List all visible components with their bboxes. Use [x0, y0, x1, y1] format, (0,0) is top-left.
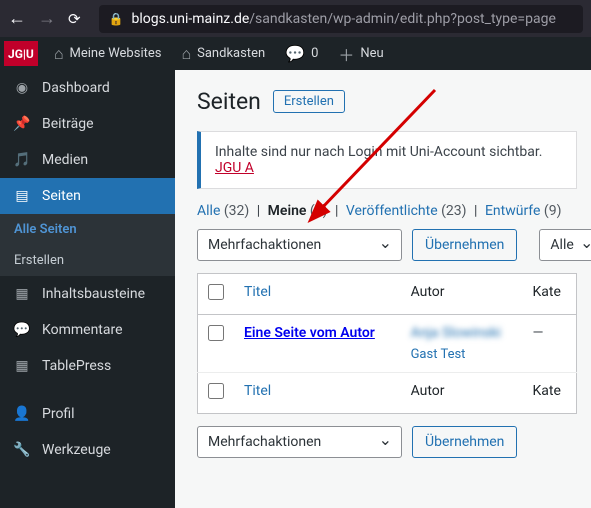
date-filter-select[interactable]: Alle [539, 229, 591, 261]
page-title: Seiten [197, 88, 261, 115]
blocks-icon: ▦ [12, 286, 32, 302]
sidebar-profile[interactable]: 👤 Profil [0, 396, 175, 432]
filter-drafts[interactable]: Entwürfe (9) [485, 203, 562, 219]
create-button[interactable]: Erstellen [273, 90, 345, 113]
sidebar-tools[interactable]: 🔧 Werkzeuge [0, 432, 175, 468]
my-sites[interactable]: ⌂ Meine Websites [44, 37, 172, 70]
col-categories: Kate [522, 274, 576, 315]
pin-icon: 📌 [12, 116, 32, 132]
new-content[interactable]: ＋ Neu [328, 37, 393, 70]
col-author: Autor [401, 274, 523, 315]
wrench-icon: 🔧 [12, 442, 32, 458]
sidebar-label: Profil [42, 406, 75, 422]
page-icon: ▤ [12, 188, 32, 204]
apply-button[interactable]: Übernehmen [412, 229, 517, 261]
filter-all[interactable]: Alle (32) [197, 203, 249, 219]
new-label: Neu [360, 46, 383, 61]
apply-button-bottom[interactable]: Übernehmen [412, 426, 517, 458]
sidebar-label: Beiträge [42, 116, 94, 132]
sidebar-label: Inhaltsbausteine [42, 286, 145, 302]
select-all-checkbox-bottom[interactable] [208, 383, 224, 399]
sidebar-media[interactable]: 🎵 Medien [0, 142, 175, 178]
sidebar-label: Medien [42, 152, 88, 168]
home-icon: ⌂ [54, 44, 64, 64]
sidebar-blocks[interactable]: ▦ Inhaltsbausteine [0, 276, 175, 312]
media-icon: 🎵 [12, 152, 32, 168]
table-row: Eine Seite vom Autor Anja Slowinski Gast… [198, 315, 577, 373]
url-text: blogs.uni-mainz.de/sandkasten/wp-admin/e… [132, 11, 556, 27]
row-categories: — [522, 315, 576, 373]
table-icon: ▦ [12, 358, 32, 374]
select-all-checkbox[interactable] [208, 284, 224, 300]
sidebar-label: TablePress [42, 358, 111, 374]
comment-icon: 💬 [285, 44, 305, 63]
plus-icon: ＋ [338, 42, 354, 66]
site-name-label: Sandkasten [197, 46, 265, 61]
filter-mine[interactable]: Meine (1) [268, 203, 328, 219]
row-author[interactable]: Anja Slowinski [411, 325, 513, 341]
col-categories: Kate [522, 373, 576, 414]
lock-icon: 🔒 [109, 12, 124, 26]
comments-link[interactable]: 💬0 [275, 37, 328, 70]
forward-icon[interactable]: → [38, 8, 56, 29]
row-author-sub[interactable]: Gast Test [411, 341, 513, 362]
sidebar-label: Dashboard [42, 80, 110, 96]
comments-count: 0 [311, 46, 318, 61]
sidebar-tablepress[interactable]: ▦ TablePress [0, 348, 175, 384]
sidebar-label: Kommentare [42, 322, 123, 338]
home-icon: ⌂ [181, 44, 191, 64]
reload-icon[interactable]: ⟳ [68, 10, 81, 28]
dashboard-icon: ◉ [12, 80, 32, 96]
my-sites-label: Meine Websites [70, 46, 162, 61]
col-title[interactable]: Titel [234, 274, 401, 315]
user-icon: 👤 [12, 406, 32, 422]
sidebar-sub-create[interactable]: Erstellen [0, 245, 175, 276]
filter-published[interactable]: Veröffentlichte (23) [346, 203, 467, 219]
jgu-badge[interactable]: JG|U [4, 41, 38, 66]
col-author: Autor [401, 373, 523, 414]
sidebar-dashboard[interactable]: ◉ Dashboard [0, 70, 175, 106]
row-checkbox[interactable] [208, 325, 224, 341]
url-bar[interactable]: 🔒 blogs.uni-mainz.de/sandkasten/wp-admin… [99, 5, 583, 33]
notice-text: Inhalte sind nur nach Login mit Uni-Acco… [215, 144, 542, 160]
comment-icon: 💬 [12, 322, 32, 338]
notice-link[interactable]: JGU A [215, 160, 254, 176]
sidebar-sub-all-pages[interactable]: Alle Seiten [0, 214, 175, 245]
row-title-link[interactable]: Eine Seite vom Autor [244, 325, 375, 341]
login-notice: Inhalte sind nur nach Login mit Uni-Acco… [197, 131, 577, 189]
sidebar-label: Werkzeuge [42, 442, 111, 458]
back-icon[interactable]: ← [8, 8, 26, 29]
sidebar-comments[interactable]: 💬 Kommentare [0, 312, 175, 348]
site-name[interactable]: ⌂ Sandkasten [171, 37, 275, 70]
sidebar-label: Seiten [42, 188, 81, 204]
col-title[interactable]: Titel [234, 373, 401, 414]
bulk-action-select[interactable]: Mehrfachaktionen [197, 229, 402, 261]
sidebar-pages[interactable]: ▤ Seiten [0, 178, 175, 214]
admin-sidebar: ◉ Dashboard 📌 Beiträge 🎵 Medien ▤ Seiten All… [0, 70, 175, 508]
filter-links: Alle (32) | Meine (1) | Veröffentlichte … [197, 203, 577, 219]
sidebar-posts[interactable]: 📌 Beiträge [0, 106, 175, 142]
bulk-action-select-bottom[interactable]: Mehrfachaktionen [197, 426, 402, 458]
pages-table: Titel Autor Kate Eine Seite vom Autor An… [197, 273, 577, 414]
